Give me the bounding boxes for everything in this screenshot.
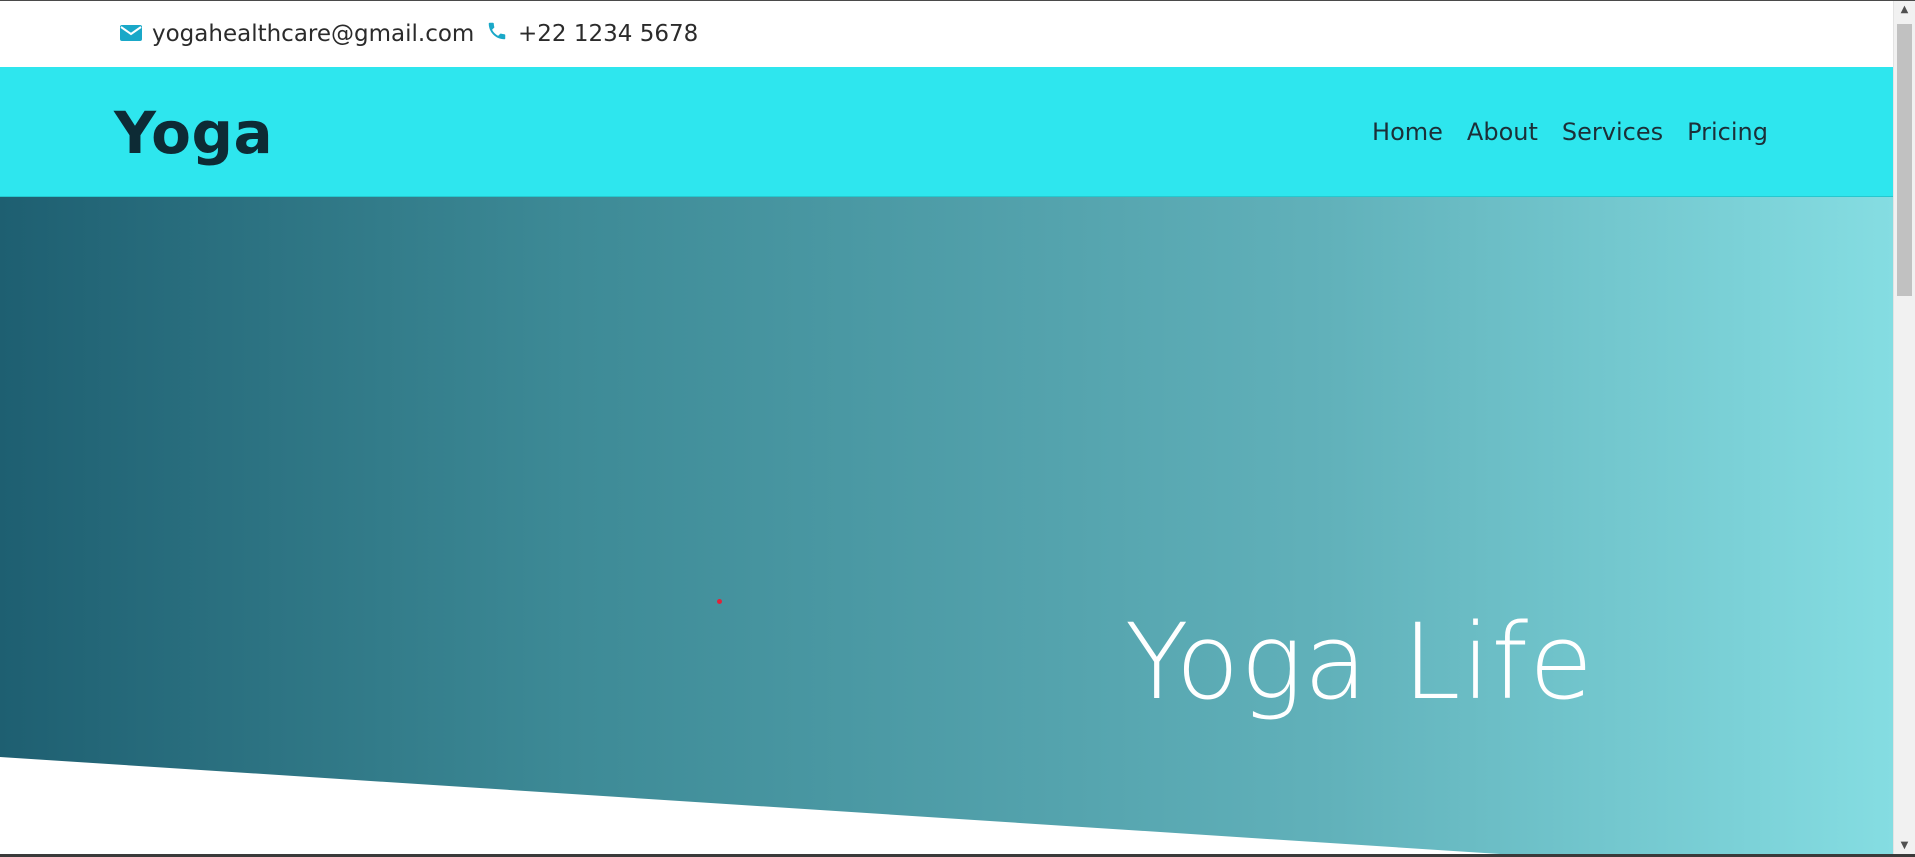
nav-menu: Home About Services Pricing xyxy=(1372,67,1768,196)
nav-item-about[interactable]: About xyxy=(1467,118,1538,146)
hero-section: Yoga Life xyxy=(0,197,1894,854)
contact-bar: yogahealthcare@gmail.com +22 1234 5678 xyxy=(0,1,1894,67)
hero-title: Yoga Life xyxy=(1125,601,1594,723)
email-text: yogahealthcare@gmail.com xyxy=(152,21,475,47)
scroll-down-icon[interactable]: ▼ xyxy=(1894,837,1915,854)
site-logo[interactable]: Yoga xyxy=(114,99,273,167)
contact-email[interactable]: yogahealthcare@gmail.com xyxy=(120,1,474,67)
scroll-thumb[interactable] xyxy=(1897,24,1912,296)
nav-item-pricing[interactable]: Pricing xyxy=(1687,118,1768,146)
envelope-icon xyxy=(120,21,142,47)
nav-item-services[interactable]: Services xyxy=(1562,118,1663,146)
contact-phone[interactable]: +22 1234 5678 xyxy=(486,1,698,67)
phone-icon xyxy=(486,20,508,48)
main-navbar: Yoga Home About Services Pricing xyxy=(0,67,1894,197)
cursor-dot xyxy=(717,599,722,604)
page-scrollbar[interactable]: ▲ ▼ xyxy=(1893,1,1915,854)
phone-text: +22 1234 5678 xyxy=(518,21,699,47)
scroll-up-icon[interactable]: ▲ xyxy=(1894,1,1915,18)
hero-slant-divider xyxy=(0,757,1500,854)
nav-item-home[interactable]: Home xyxy=(1372,118,1443,146)
